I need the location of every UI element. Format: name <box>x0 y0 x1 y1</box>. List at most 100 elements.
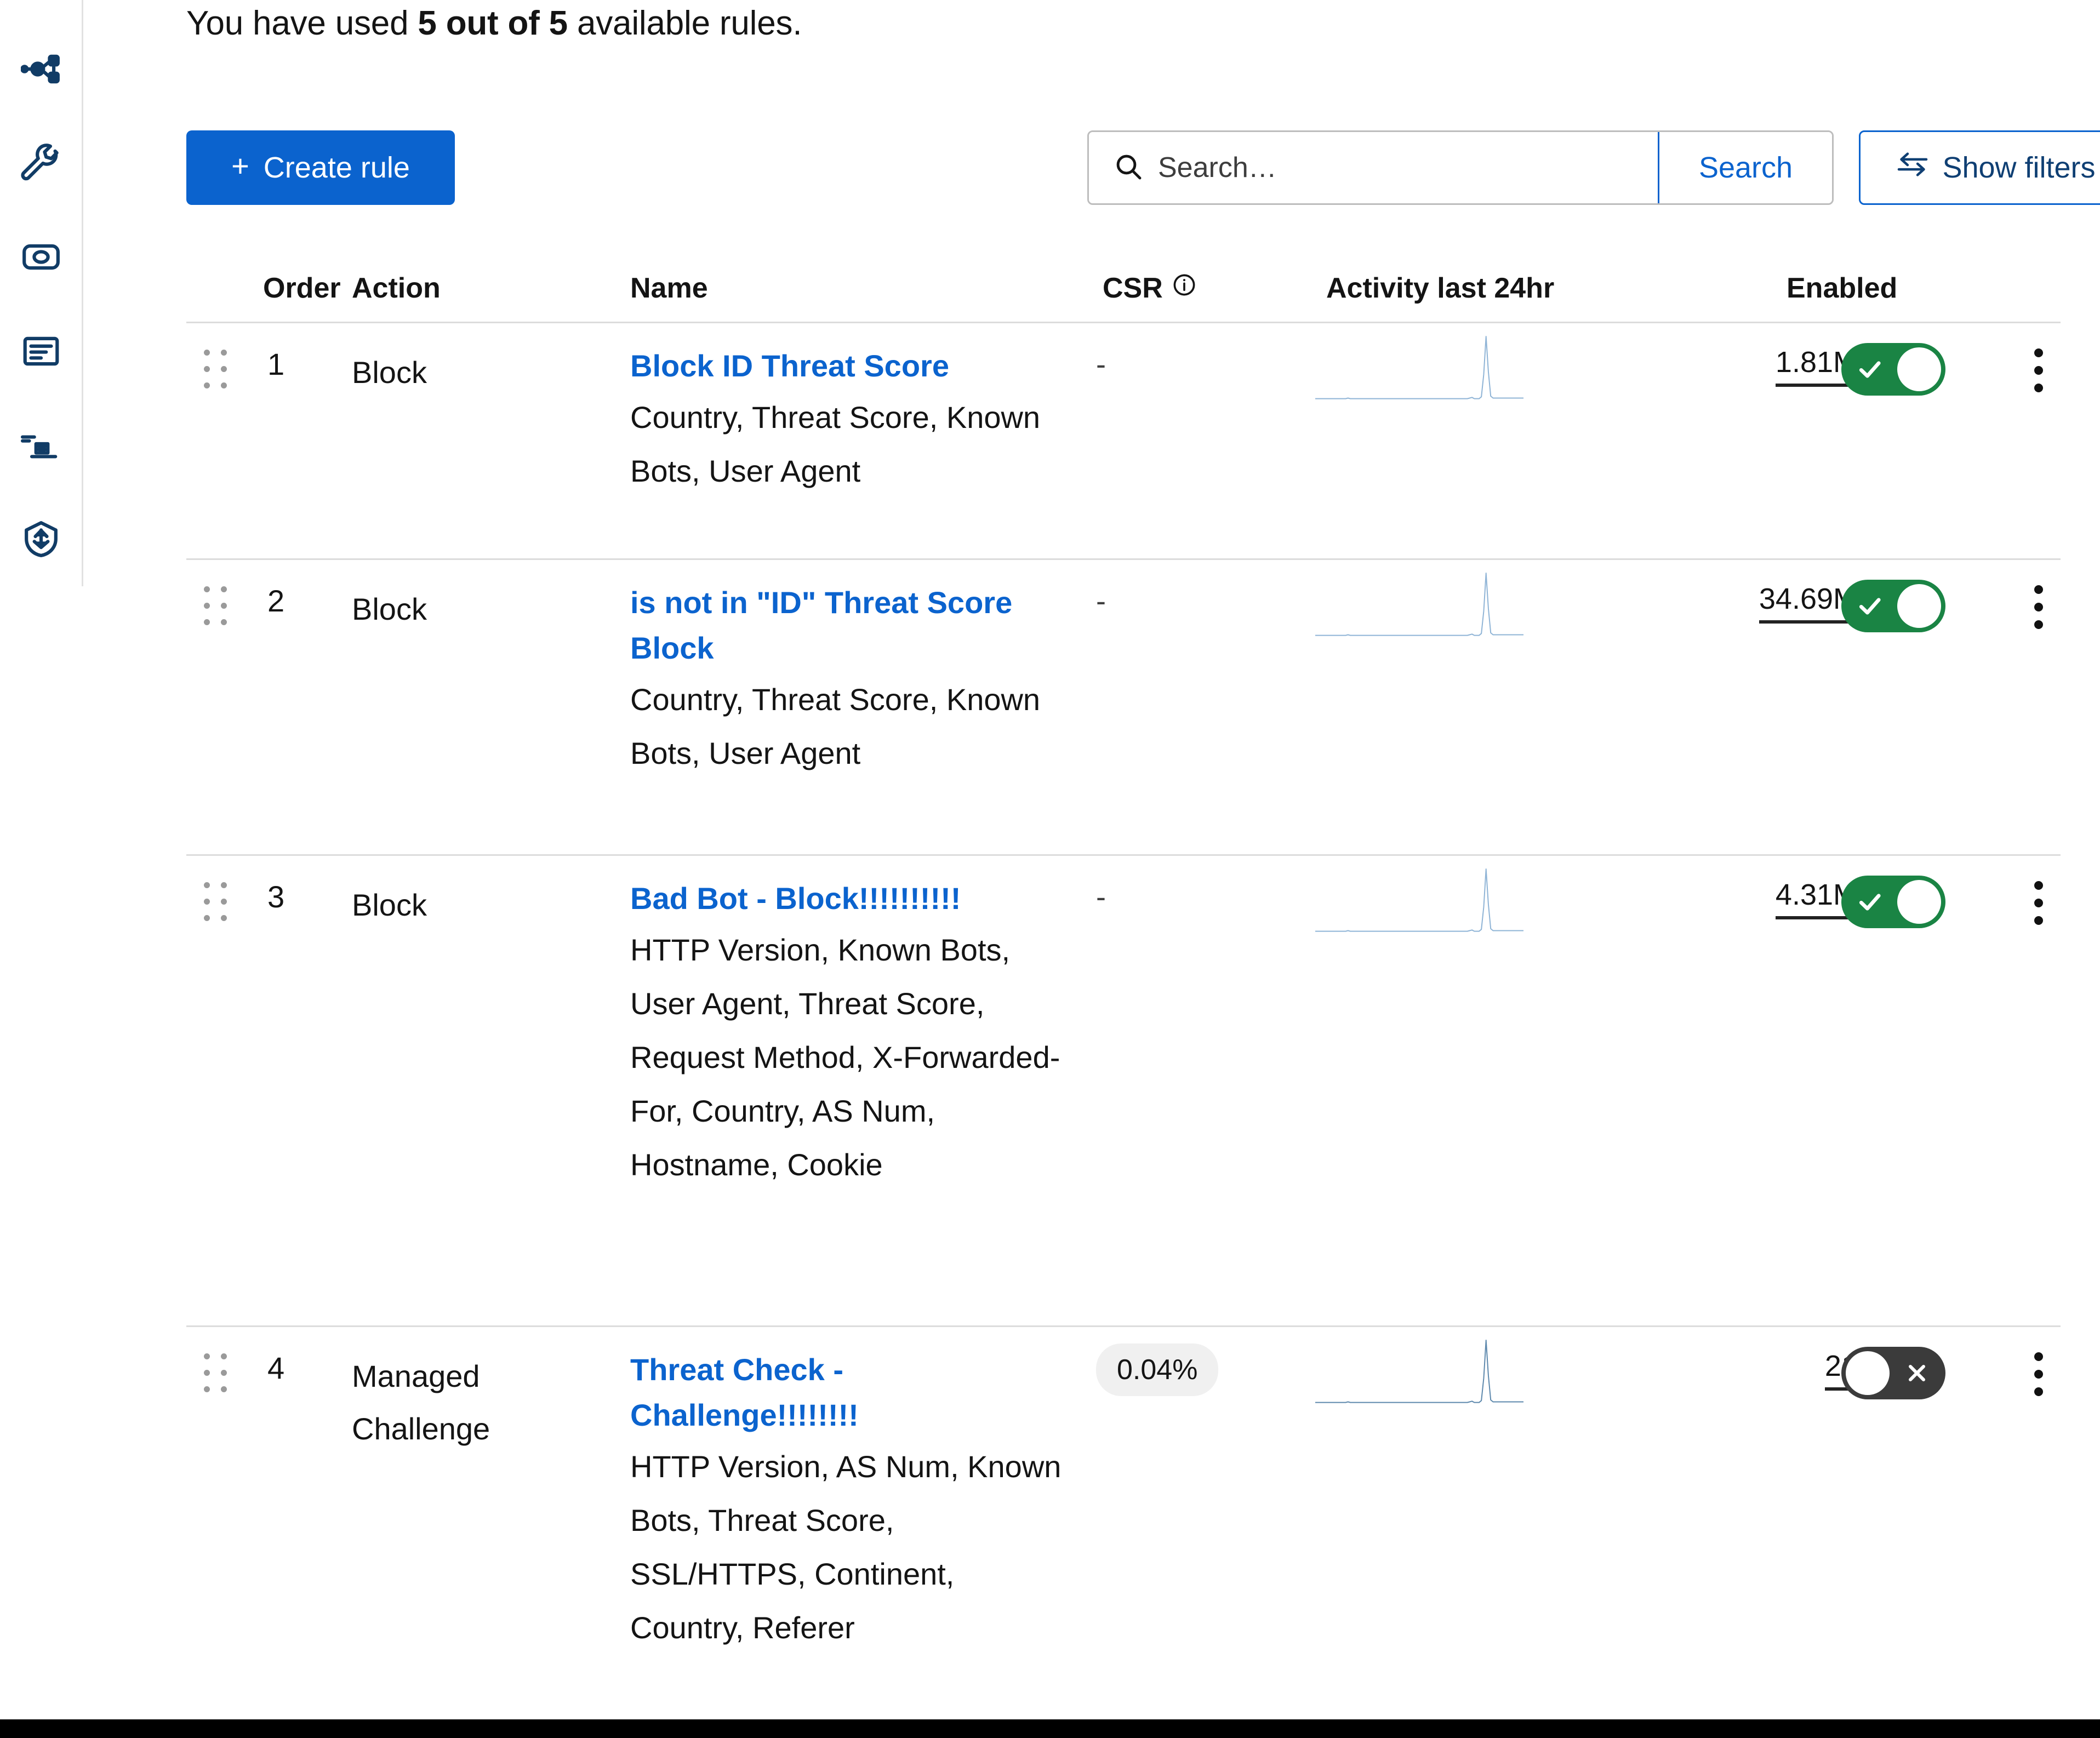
table-row: 2 Block is not in "ID" Threat Score Block C… <box>186 560 2061 856</box>
toggle-knob <box>1897 584 1941 628</box>
rule-name-link[interactable]: is not in "ID" Threat Score Block <box>630 580 1069 671</box>
filter-arrows-icon <box>1896 151 1929 185</box>
rule-activity-count-cell: 21 <box>1737 1349 1858 1391</box>
show-filters-label: Show filters <box>1942 151 2096 184</box>
check-icon <box>1844 343 1896 396</box>
table-header-row: Order Action Name CSR Activity last 24hr… <box>186 256 2061 323</box>
rules-table: Order Action Name CSR Activity last 24hr… <box>186 256 2061 1738</box>
sidebar-item-observatory[interactable] <box>11 210 71 304</box>
rule-action: Block <box>352 355 427 390</box>
rule-enabled-toggle[interactable] <box>1841 343 1945 396</box>
sidebar-item-network[interactable] <box>11 22 71 116</box>
rule-order: 3 <box>267 879 285 914</box>
rule-fields: HTTP Version, Known Bots, User Agent, Th… <box>630 933 1060 1182</box>
rule-enabled-toggle-cell <box>1841 580 1945 632</box>
document-icon <box>21 331 61 371</box>
drag-handle[interactable] <box>204 1353 235 1397</box>
logs-icon <box>20 425 61 466</box>
usage-prefix: You have used <box>186 4 418 42</box>
table-body: 1 Block Block ID Threat Score Country, Thre… <box>186 323 2061 1738</box>
check-icon <box>1844 876 1896 928</box>
rule-enabled-toggle-cell <box>1841 876 1945 928</box>
camera-icon <box>21 237 61 277</box>
rule-enabled-toggle-cell <box>1841 343 1945 396</box>
rule-csr: 0.04% <box>1096 1343 1219 1404</box>
check-icon <box>1844 580 1896 632</box>
rule-activity-count-cell: 1.81M <box>1737 345 1858 387</box>
rule-fields: HTTP Version, AS Num, Known Bots, Threat… <box>630 1449 1062 1645</box>
drag-handle[interactable] <box>204 882 235 926</box>
column-header-csr: CSR <box>1103 272 1197 305</box>
rule-fields: Country, Threat Score, Known Bots, User … <box>630 400 1041 488</box>
toggle-knob <box>1897 347 1941 391</box>
main-content: You have used 5 out of 5 available rules… <box>83 0 2100 1738</box>
column-header-enabled: Enabled <box>1787 272 1898 304</box>
rule-action: Managed Challenge <box>352 1359 490 1446</box>
rule-csr: - <box>1096 881 1106 913</box>
rule-order: 4 <box>267 1351 285 1385</box>
rule-activity-sparkline <box>1315 572 1721 654</box>
wrench-icon <box>20 143 61 184</box>
drag-dots-icon <box>204 882 228 924</box>
drag-handle[interactable] <box>204 586 235 630</box>
sidebar-item-tools[interactable] <box>11 116 71 210</box>
sidebar-item-page-rules[interactable] <box>11 304 71 398</box>
rule-activity-sparkline <box>1315 335 1721 418</box>
rule-activity-count-cell: 34.69M <box>1737 582 1858 624</box>
shield-icon <box>21 519 61 559</box>
column-header-csr-label: CSR <box>1103 272 1163 304</box>
row-overflow-menu-button[interactable] <box>2017 344 2061 397</box>
rule-name-link[interactable]: Block ID Threat Score <box>630 343 1069 388</box>
column-header-activity: Activity last 24hr <box>1326 272 1555 304</box>
rule-enabled-toggle[interactable] <box>1841 876 1945 928</box>
rule-activity-count-cell: 4.31M <box>1737 878 1858 919</box>
close-icon <box>1891 1347 1943 1399</box>
rule-enabled-toggle-cell <box>1841 1347 1945 1399</box>
show-filters-button[interactable]: Show filters <box>1859 130 2100 205</box>
rule-order: 2 <box>267 584 285 618</box>
rule-name-cell: Block ID Threat Score Country, Threat Sco… <box>630 343 1069 498</box>
rule-name-link[interactable]: Threat Check - Challenge!!!!!!!! <box>630 1347 1069 1438</box>
drag-dots-icon <box>204 350 228 391</box>
rule-enabled-toggle[interactable] <box>1841 580 1945 632</box>
rule-name-cell: Bad Bot - Block!!!!!!!!!! HTTP Version, K… <box>630 876 1069 1192</box>
network-share-icon <box>20 49 61 89</box>
drag-dots-icon <box>204 586 228 628</box>
usage-count: 5 out of 5 <box>418 4 568 42</box>
rules-page: You have used 5 out of 5 available rules… <box>0 0 2100 1738</box>
rule-action: Block <box>352 888 427 922</box>
column-header-action: Action <box>352 272 441 304</box>
rule-fields: Country, Threat Score, Known Bots, User … <box>630 682 1041 770</box>
rule-enabled-toggle[interactable] <box>1841 1347 1945 1399</box>
icon-sidebar <box>0 0 83 586</box>
usage-suffix: available rules. <box>567 4 802 42</box>
sidebar-item-security[interactable] <box>11 492 71 586</box>
column-header-name: Name <box>630 272 708 304</box>
row-overflow-menu-button[interactable] <box>2017 581 2061 633</box>
rules-usage-text: You have used 5 out of 5 available rules… <box>186 1 802 46</box>
rule-activity-sparkline <box>1315 1339 1721 1421</box>
rules-toolbar: + Create rule Search… Search Show filter… <box>186 130 2100 205</box>
table-row: 1 Block Block ID Threat Score Country, Thre… <box>186 323 2061 560</box>
rule-csr: - <box>1096 348 1106 381</box>
sidebar-item-logs[interactable] <box>11 398 71 493</box>
table-row: 4 Managed Challenge Threat Check - Challen… <box>186 1327 2061 1738</box>
info-icon[interactable] <box>1172 272 1197 305</box>
rule-name-link[interactable]: Bad Bot - Block!!!!!!!!!! <box>630 876 1069 921</box>
create-rule-button[interactable]: + Create rule <box>186 130 455 205</box>
row-overflow-menu-button[interactable] <box>2017 1348 2061 1400</box>
search-input[interactable] <box>1158 132 1658 203</box>
column-header-order: Order <box>263 272 341 304</box>
toggle-knob <box>1897 880 1941 924</box>
drag-dots-icon <box>204 1353 228 1395</box>
search-field <box>1089 132 1658 203</box>
drag-handle[interactable] <box>204 350 235 393</box>
plus-icon: + <box>231 148 249 183</box>
rule-name-cell: Threat Check - Challenge!!!!!!!! HTTP Ver… <box>630 1347 1069 1655</box>
rule-name-cell: is not in "ID" Threat Score Block Country… <box>630 580 1069 780</box>
row-overflow-menu-button[interactable] <box>2017 877 2061 929</box>
create-rule-label: Create rule <box>263 151 410 184</box>
rule-action: Block <box>352 592 427 626</box>
csr-badge: 0.04% <box>1096 1343 1219 1396</box>
search-button[interactable]: Search <box>1658 132 1832 203</box>
